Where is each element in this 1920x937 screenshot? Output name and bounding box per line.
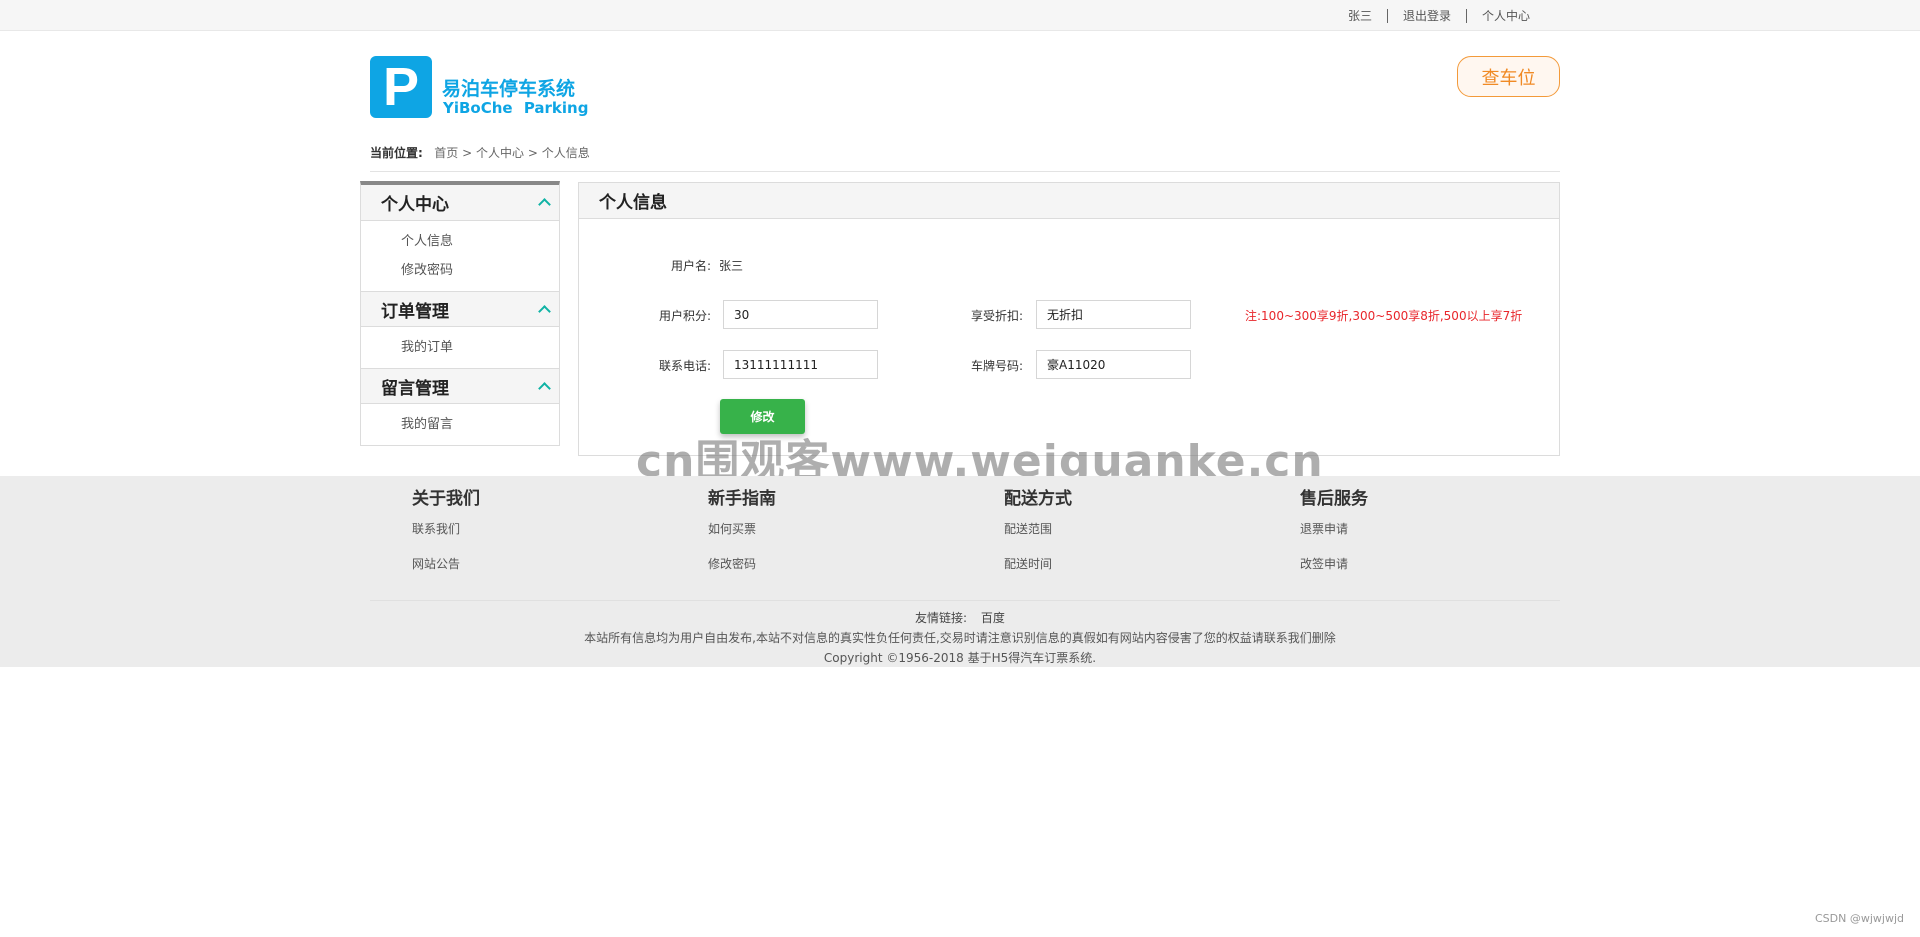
divider <box>370 600 1560 601</box>
logo-subtitle: YiBoChe Parking <box>443 99 589 117</box>
logo-title: 易泊车停车系统 <box>442 78 576 100</box>
footer-link[interactable]: 如何买票 <box>708 520 756 537</box>
top-links: 张三 退出登录 个人中心 <box>1333 0 1545 31</box>
sidebar-group-title: 订单管理 <box>381 301 449 322</box>
breadcrumb-current: 个人信息 <box>541 146 590 160</box>
points-label: 用户积分: <box>659 309 712 323</box>
footer-link[interactable]: 网站公告 <box>412 555 460 572</box>
sidebar-item-my-orders[interactable]: 我的订单 <box>361 333 559 362</box>
footer-col-title: 配送方式 <box>1004 489 1072 509</box>
friend-links: 友情链接: 百度 <box>0 609 1920 626</box>
logout-link[interactable]: 退出登录 <box>1388 7 1466 24</box>
friend-links-label: 友情链接: <box>915 611 968 625</box>
friend-link-baidu[interactable]: 百度 <box>981 611 1005 625</box>
sidebar: 个人中心 个人信息 修改密码 订单管理 我的订单 留言管理 我的留言 <box>360 181 560 446</box>
top-bar: 张三 退出登录 个人中心 <box>0 0 1920 31</box>
sidebar-item-profile-info[interactable]: 个人信息 <box>361 227 559 256</box>
footer-col-title: 新手指南 <box>708 489 776 509</box>
points-field[interactable] <box>723 300 878 329</box>
discount-field[interactable] <box>1036 300 1191 329</box>
footer-col-title: 售后服务 <box>1300 489 1368 509</box>
sidebar-item-my-messages[interactable]: 我的留言 <box>361 410 559 439</box>
footer-link[interactable]: 配送时间 <box>1004 555 1052 572</box>
csdn-watermark: CSDN @wjwjwjd <box>1815 912 1904 925</box>
panel-title: 个人信息 <box>579 183 1559 219</box>
sidebar-group-messages[interactable]: 留言管理 <box>361 368 559 404</box>
breadcrumb-separator: > <box>527 146 538 160</box>
sidebar-group-title: 留言管理 <box>381 378 449 399</box>
sidebar-group-items: 我的订单 <box>361 327 559 368</box>
footer-col-title: 关于我们 <box>412 489 480 509</box>
breadcrumb-profile[interactable]: 个人中心 <box>476 146 524 160</box>
plate-field[interactable] <box>1036 350 1191 379</box>
sidebar-group-orders[interactable]: 订单管理 <box>361 291 559 327</box>
footer: 关于我们 联系我们 网站公告 新手指南 如何买票 修改密码 配送方式 配送范围 … <box>0 476 1920 667</box>
username-value: 张三 <box>719 259 744 273</box>
footer-link[interactable]: 修改密码 <box>708 555 756 572</box>
check-parking-button[interactable]: 查车位 <box>1457 56 1560 97</box>
breadcrumb: 当前位置: 首页 > 个人中心 > 个人信息 <box>370 144 590 161</box>
chevron-up-icon[interactable] <box>538 198 551 211</box>
sidebar-group-personal[interactable]: 个人中心 <box>361 185 559 221</box>
discount-label: 享受折扣: <box>971 309 1024 323</box>
copyright-text: Copyright ©1956-2018 基于H5得汽车订票系统. <box>823 651 1097 665</box>
profile-panel: 个人信息 用户名: 张三 用户积分: 享受折扣: 注:100~300享9折,30… <box>578 182 1560 456</box>
profile-link[interactable]: 个人中心 <box>1467 7 1545 24</box>
chevron-up-icon[interactable] <box>538 381 551 395</box>
footer-link[interactable]: 配送范围 <box>1004 520 1052 537</box>
divider <box>370 171 1560 172</box>
chevron-up-icon[interactable] <box>538 304 551 318</box>
footer-link[interactable]: 改签申请 <box>1300 555 1348 572</box>
sidebar-group-title: 个人中心 <box>381 195 449 215</box>
plate-label: 车牌号码: <box>971 359 1024 373</box>
username-link[interactable]: 张三 <box>1333 7 1387 24</box>
breadcrumb-separator: > <box>462 146 473 160</box>
username-label: 用户名: <box>671 259 712 273</box>
phone-field[interactable] <box>723 350 878 379</box>
footer-link[interactable]: 退票申请 <box>1300 520 1348 537</box>
sidebar-item-change-password[interactable]: 修改密码 <box>361 256 559 285</box>
sidebar-group-items: 个人信息 修改密码 <box>361 221 559 291</box>
footer-link[interactable]: 联系我们 <box>412 520 460 537</box>
sidebar-group-items: 我的留言 <box>361 404 559 445</box>
breadcrumb-label: 当前位置: <box>370 146 423 160</box>
disclaimer-text: 本站所有信息均为用户自由发布,本站不对信息的真实性负任何责任,交易时请注意识别信… <box>584 631 1336 645</box>
phone-label: 联系电话: <box>659 359 712 373</box>
discount-note: 注:100~300享9折,300~500享8折,500以上享7折 <box>1245 309 1523 323</box>
breadcrumb-home[interactable]: 首页 <box>434 146 458 160</box>
parking-logo-icon[interactable]: P <box>370 56 432 118</box>
